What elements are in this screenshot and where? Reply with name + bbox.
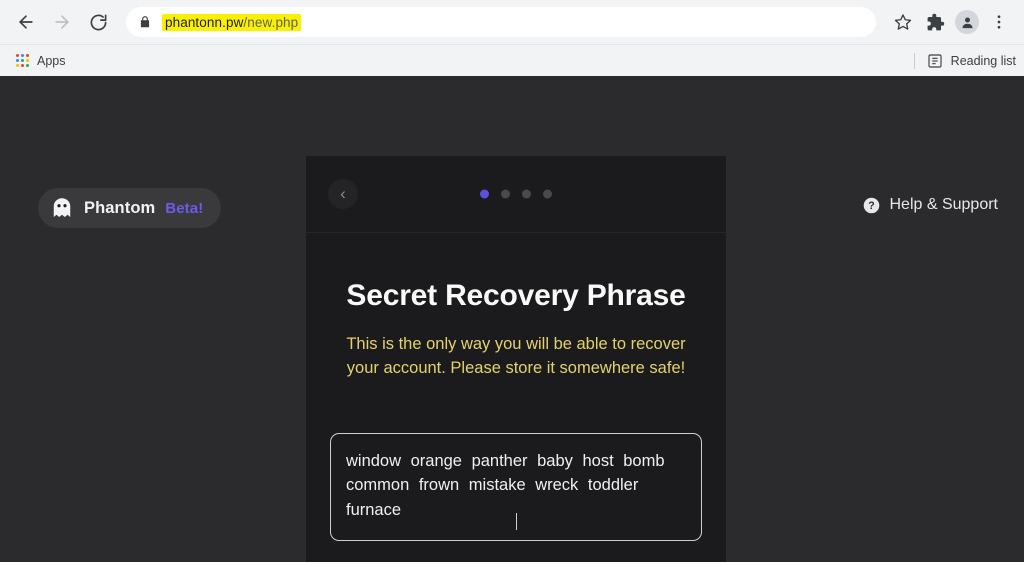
step-dot-3[interactable] [522,189,531,199]
reading-list-icon [928,53,942,68]
card-body: Secret Recovery Phrase This is the only … [306,279,726,562]
card-back-button[interactable]: ‹ [328,179,358,209]
brand-beta-badge: Beta! [165,199,204,217]
help-support-link[interactable]: ? Help & Support [863,196,998,214]
phantom-extension-card: ‹ Secret Recovery Phrase This is the onl… [306,156,726,562]
lock-icon [140,16,150,28]
apps-grid-icon [16,54,29,67]
apps-shortcut[interactable]: Apps [10,54,72,68]
profile-button[interactable] [952,7,982,37]
back-button[interactable] [10,6,42,38]
page-content: Phantom Beta! ? Help & Support ‹ Secret … [0,76,1024,562]
step-dot-1[interactable] [480,189,489,199]
avatar [955,10,979,34]
ghost-icon [53,198,71,217]
text-caret [516,513,517,531]
three-dots-vertical-icon [997,15,1001,29]
puzzle-icon [927,13,944,30]
bookmarks-divider [913,52,915,69]
svg-text:?: ? [869,200,875,212]
reload-button[interactable] [82,6,114,38]
bookmark-star-button[interactable] [888,7,918,37]
seed-phrase-text: window orange panther baby host bomb com… [346,451,665,519]
arrow-right-icon [55,15,69,29]
url-text: phantonn.pw/new.php [162,13,302,31]
bookmarks-bar: Apps Reading list [0,44,1024,76]
reload-icon [90,14,106,30]
card-header: ‹ [306,156,726,233]
reading-list-label: Reading list [950,53,1016,68]
address-bar[interactable]: phantonn.pw/new.php [126,7,876,37]
brand-name: Phantom [84,198,156,217]
chevron-left-icon: ‹ [340,183,346,203]
browser-chrome: phantonn.pw/new.php Apps Reading list [0,0,1024,76]
browser-toolbar: phantonn.pw/new.php [0,0,1024,44]
arrow-left-icon [19,15,33,29]
help-circle-icon: ? [864,197,880,213]
phantom-brand-pill[interactable]: Phantom Beta! [38,188,222,228]
seed-phrase-box[interactable]: window orange panther baby host bomb com… [330,432,702,542]
url-domain: phantonn.pw [165,14,244,30]
step-dot-2[interactable] [501,189,510,199]
warning-text: This is the only way you will be able to… [346,335,686,377]
step-indicator [306,189,726,199]
reading-list-button[interactable]: Reading list [913,52,1016,69]
step-dot-4[interactable] [543,189,552,199]
forward-button[interactable] [46,6,78,38]
star-icon [894,14,912,30]
toolbar-actions [888,7,1014,37]
apps-label: Apps [37,53,66,68]
page-title: Secret Recovery Phrase [346,279,686,312]
chrome-menu-button[interactable] [984,7,1014,37]
extensions-button[interactable] [920,7,950,37]
person-icon [962,17,972,28]
url-path: /new.php [243,14,299,30]
help-support-label: Help & Support [889,196,998,213]
